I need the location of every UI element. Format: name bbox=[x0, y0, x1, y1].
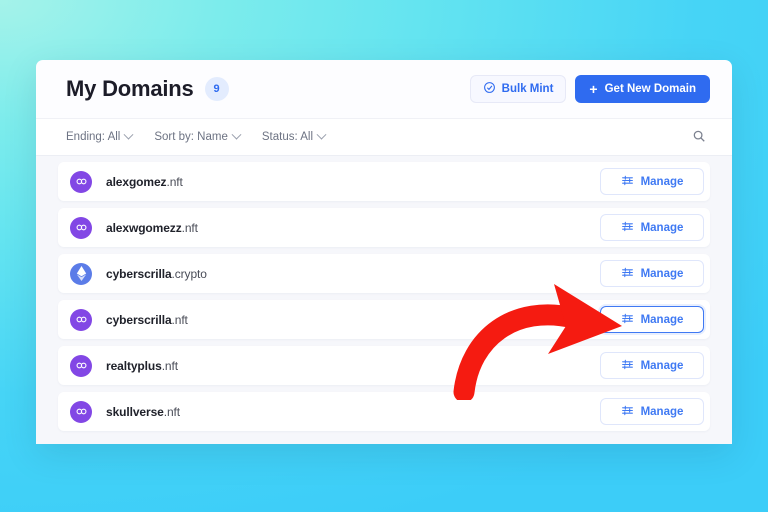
domain-extension: .nft bbox=[171, 312, 188, 327]
filter-sort-by-label: Sort by: Name bbox=[154, 131, 228, 143]
domain-extension: .nft bbox=[163, 404, 180, 419]
domain-row[interactable]: alexwgomezz.nft Manage bbox=[58, 208, 710, 247]
sliders-icon bbox=[621, 174, 634, 190]
polygon-icon bbox=[70, 354, 92, 377]
sliders-icon bbox=[621, 404, 634, 420]
domain-extension: .nft bbox=[166, 174, 183, 189]
header-actions: Bulk Mint + Get New Domain bbox=[469, 75, 710, 103]
domain-name: skullverse.nft bbox=[106, 405, 600, 419]
sliders-icon bbox=[621, 220, 634, 236]
domain-name: cyberscrilla.crypto bbox=[106, 267, 600, 281]
domain-name: realtyplus.nft bbox=[106, 359, 600, 373]
domain-row[interactable]: cyberscrilla.nft Manage bbox=[58, 300, 710, 339]
domain-name: alexgomez.nft bbox=[106, 175, 600, 189]
domain-name: cyberscrilla.nft bbox=[106, 313, 600, 327]
card-header: My Domains 9 Bulk Mint + Get New Domain bbox=[36, 60, 732, 118]
domain-label: skullverse bbox=[106, 404, 164, 419]
manage-button[interactable]: Manage bbox=[600, 398, 704, 425]
domain-row[interactable]: alexgomez.nft Manage bbox=[58, 162, 710, 201]
filter-ending[interactable]: Ending: All bbox=[66, 129, 134, 143]
sliders-icon bbox=[621, 312, 634, 328]
domain-extension: .crypto bbox=[171, 266, 207, 281]
filter-ending-label: Ending: All bbox=[66, 131, 121, 143]
manage-button[interactable]: Manage bbox=[600, 168, 704, 195]
get-new-domain-button[interactable]: + Get New Domain bbox=[575, 75, 710, 103]
domain-row[interactable]: cyberscrilla.crypto Manage bbox=[58, 254, 710, 293]
polygon-icon bbox=[70, 308, 92, 331]
domain-extension: .nft bbox=[181, 220, 198, 235]
bulk-mint-label: Bulk Mint bbox=[501, 83, 554, 95]
search-icon bbox=[692, 129, 706, 146]
polygon-icon bbox=[70, 216, 92, 239]
plus-icon: + bbox=[589, 80, 598, 97]
domain-count-badge: 9 bbox=[204, 77, 229, 101]
filter-bar: Ending: All Sort by: Name Status: All bbox=[36, 118, 732, 156]
sliders-icon bbox=[621, 266, 634, 282]
manage-button[interactable]: Manage bbox=[600, 214, 704, 241]
domain-list: alexgomez.nft Manage alexwgomezz.nft Manage… bbox=[36, 156, 732, 444]
polygon-icon bbox=[70, 170, 92, 193]
chevron-down-icon bbox=[123, 129, 134, 140]
bulk-mint-button[interactable]: Bulk Mint bbox=[469, 75, 567, 103]
domain-name: alexwgomezz.nft bbox=[106, 221, 600, 235]
domain-label: cyberscrilla bbox=[106, 266, 172, 281]
polygon-icon bbox=[70, 400, 92, 423]
filter-status-label: Status: All bbox=[261, 131, 313, 143]
manage-button[interactable]: Manage bbox=[600, 306, 704, 333]
chevron-down-icon bbox=[316, 129, 327, 140]
manage-button[interactable]: Manage bbox=[600, 260, 704, 287]
domain-row[interactable]: realtyplus.nft Manage bbox=[58, 346, 710, 385]
sliders-icon bbox=[621, 358, 634, 374]
chevron-down-icon bbox=[231, 129, 242, 140]
manage-label: Manage bbox=[640, 405, 684, 418]
title-group: My Domains 9 bbox=[66, 76, 470, 102]
screenshot-stage: My Domains 9 Bulk Mint + Get New Domain bbox=[0, 0, 768, 512]
search-button[interactable] bbox=[688, 126, 710, 148]
filter-sort-by[interactable]: Sort by: Name bbox=[154, 129, 242, 143]
domain-label: alexgomez bbox=[106, 174, 167, 189]
get-new-domain-label: Get New Domain bbox=[604, 83, 696, 95]
manage-label: Manage bbox=[640, 221, 684, 234]
manage-label: Manage bbox=[640, 359, 684, 372]
manage-label: Manage bbox=[640, 313, 684, 326]
manage-label: Manage bbox=[640, 175, 684, 188]
domain-label: alexwgomezz bbox=[106, 220, 182, 235]
filter-group: Ending: All Sort by: Name Status: All bbox=[66, 129, 688, 143]
domain-label: cyberscrilla bbox=[106, 312, 172, 327]
my-domains-card: My Domains 9 Bulk Mint + Get New Domain bbox=[36, 60, 732, 444]
domain-row[interactable]: skullverse.nft Manage bbox=[58, 392, 710, 431]
filter-status[interactable]: Status: All bbox=[261, 129, 327, 143]
manage-button[interactable]: Manage bbox=[600, 352, 704, 379]
domain-extension: .nft bbox=[161, 358, 178, 373]
ethereum-icon bbox=[70, 262, 92, 285]
domain-label: realtyplus bbox=[106, 358, 162, 373]
check-circle-icon bbox=[483, 81, 496, 97]
manage-label: Manage bbox=[640, 267, 684, 280]
page-title: My Domains bbox=[66, 76, 194, 101]
